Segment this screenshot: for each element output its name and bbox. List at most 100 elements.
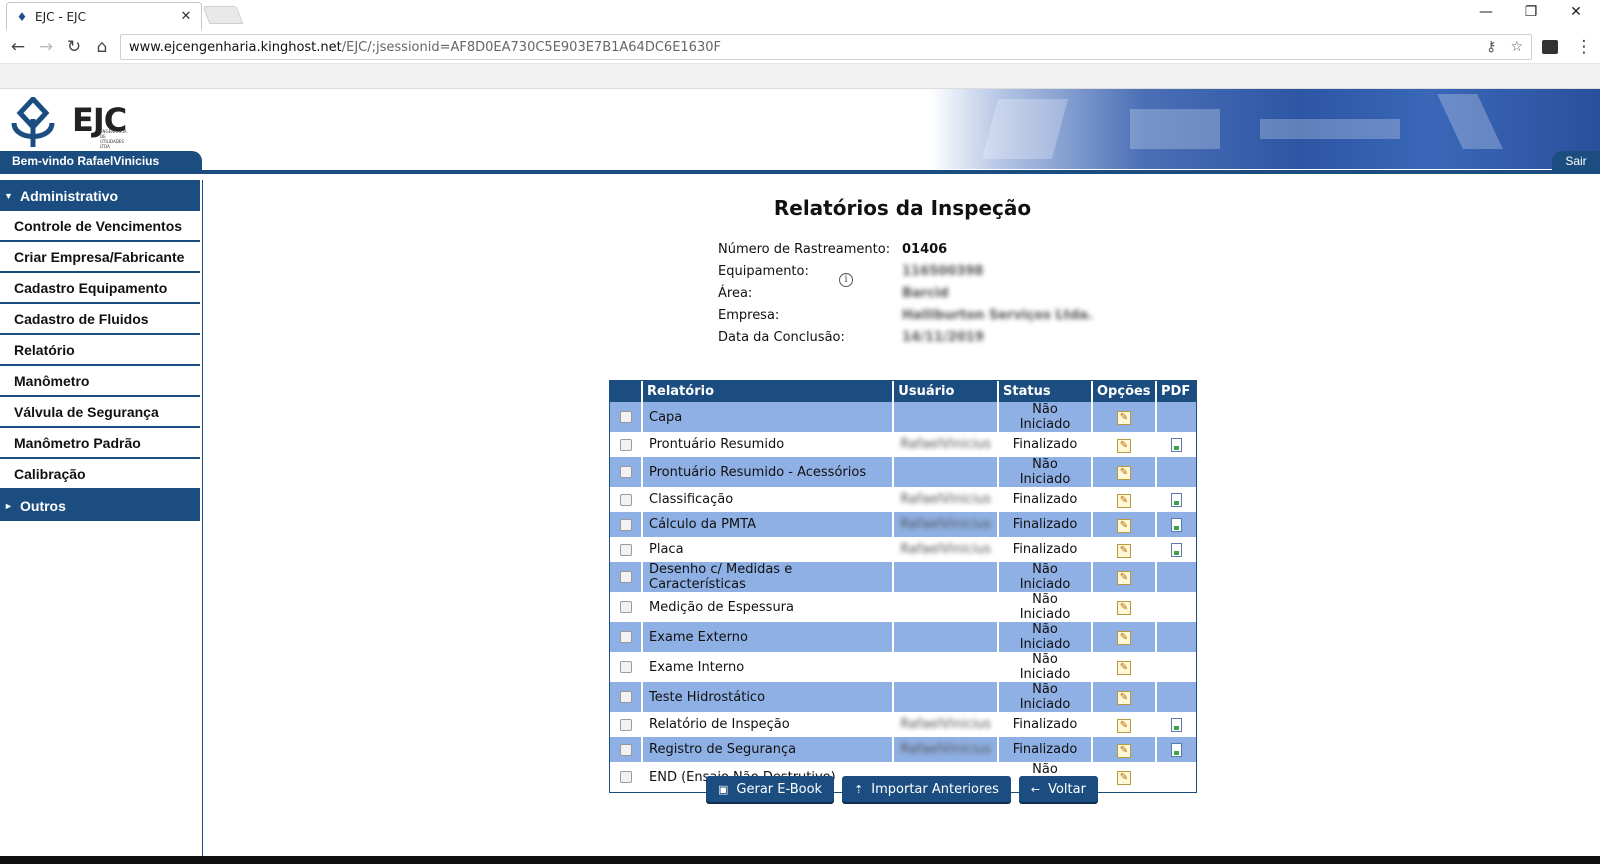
menu-item-controle-vencimentos[interactable]: Controle de Vencimentos xyxy=(0,211,200,242)
menu-item-criar-empresa[interactable]: Criar Empresa/Fabricante xyxy=(0,242,200,273)
table-row: Registro de Segurança RafaelVinicius Final… xyxy=(610,737,1196,762)
pdf-document-icon[interactable] xyxy=(1171,437,1182,452)
edit-pencil-icon[interactable]: ✎ xyxy=(1117,661,1131,675)
taskbar-edge xyxy=(0,856,1600,864)
restore-icon[interactable]: ❐ xyxy=(1511,4,1551,20)
new-tab-button[interactable] xyxy=(202,6,244,24)
row-checkbox[interactable] xyxy=(619,438,632,451)
pdf-cell xyxy=(1156,512,1196,537)
options-cell: ✎ xyxy=(1092,457,1157,487)
row-select-cell xyxy=(610,737,643,762)
gerar-ebook-button[interactable]: ▣ Gerar E-Book xyxy=(706,776,835,802)
row-checkbox[interactable] xyxy=(619,771,632,783)
report-user: RafaelVinicius xyxy=(893,737,999,762)
pdf-cell xyxy=(1156,537,1196,562)
report-user xyxy=(893,402,999,432)
report-name: Cálculo da PMTA xyxy=(642,512,895,537)
edit-pencil-icon[interactable]: ✎ xyxy=(1117,466,1131,480)
back-arrow-icon[interactable]: ← xyxy=(6,36,30,58)
row-select-cell xyxy=(610,487,643,512)
table-row: Classificação RafaelVinicius Finalizado ✎ xyxy=(610,487,1196,512)
user-name: RafaelVinicius xyxy=(900,742,991,757)
menu-section-administrativo[interactable]: ▼ Administrativo xyxy=(0,180,200,211)
ebook-icon: ▣ xyxy=(718,782,729,796)
importar-anteriores-button[interactable]: ⇡ Importar Anteriores xyxy=(842,776,1011,802)
pdf-document-icon[interactable] xyxy=(1171,742,1182,757)
row-checkbox[interactable] xyxy=(619,493,632,506)
pdf-document-icon[interactable] xyxy=(1171,542,1182,557)
edit-pencil-icon[interactable]: ✎ xyxy=(1117,571,1131,585)
row-checkbox[interactable] xyxy=(619,691,632,703)
menu-item-manometro[interactable]: Manômetro xyxy=(0,366,200,397)
user-name: RafaelVinicius xyxy=(900,437,991,452)
row-checkbox[interactable] xyxy=(619,518,632,531)
bookmarks-band xyxy=(0,64,1600,89)
inspection-info: Número de Rastreamento: 01406 Equipament… xyxy=(718,238,1093,348)
browser-menu-icon[interactable]: ⋮ xyxy=(1572,36,1596,58)
report-name: Prontuário Resumido - Acessórios xyxy=(642,457,895,487)
reports-table: Relatório Usuário Status Opções PDF Capa… xyxy=(609,380,1197,793)
menu-item-manometro-padrao[interactable]: Manômetro Padrão xyxy=(0,428,200,459)
menu-item-cadastro-fluidos[interactable]: Cadastro de Fluidos xyxy=(0,304,200,335)
menu-section-outros[interactable]: ► Outros xyxy=(0,490,200,521)
edit-pencil-icon[interactable]: ✎ xyxy=(1117,631,1131,645)
bookmark-star-icon[interactable]: ☆ xyxy=(1510,39,1523,55)
table-header-row: Relatório Usuário Status Opções PDF xyxy=(610,381,1196,402)
edit-pencil-icon[interactable]: ✎ xyxy=(1117,438,1131,453)
report-user xyxy=(893,622,999,652)
report-status: Não Iniciado xyxy=(998,652,1093,682)
options-cell: ✎ xyxy=(1092,512,1157,537)
edit-pencil-icon[interactable]: ✎ xyxy=(1117,718,1131,733)
info-row-rastreamento: Número de Rastreamento: 01406 xyxy=(718,238,1093,260)
header-pdf: PDF xyxy=(1156,381,1196,402)
window-close-icon[interactable]: ✕ xyxy=(1556,4,1596,20)
edit-pencil-icon[interactable]: ✎ xyxy=(1117,493,1131,508)
edit-pencil-icon[interactable]: ✎ xyxy=(1117,601,1131,615)
table-row: Capa Não Iniciado ✎ xyxy=(610,402,1196,432)
options-cell: ✎ xyxy=(1092,652,1157,682)
tab-title: EJC - EJC xyxy=(35,9,86,24)
pdf-document-icon[interactable] xyxy=(1171,717,1182,732)
logout-button[interactable]: Sair xyxy=(1552,151,1600,171)
row-checkbox[interactable] xyxy=(619,631,632,643)
row-checkbox[interactable] xyxy=(619,571,632,583)
menu-item-cadastro-equipamento[interactable]: Cadastro Equipamento xyxy=(0,273,200,304)
row-checkbox[interactable] xyxy=(619,743,632,756)
row-checkbox[interactable] xyxy=(619,601,632,613)
key-icon[interactable]: ⚷ xyxy=(1486,39,1496,55)
report-user: RafaelVinicius xyxy=(893,432,999,457)
pdf-document-icon[interactable] xyxy=(1171,517,1182,532)
minimize-icon[interactable]: — xyxy=(1466,4,1506,20)
edit-pencil-icon[interactable]: ✎ xyxy=(1117,691,1131,705)
row-checkbox[interactable] xyxy=(619,661,632,673)
edit-pencil-icon[interactable]: ✎ xyxy=(1117,743,1131,758)
home-icon[interactable]: ⌂ xyxy=(90,36,114,58)
forward-arrow-icon[interactable]: → xyxy=(34,36,58,58)
menu-item-valvula-seguranca[interactable]: Válvula de Segurança xyxy=(0,397,200,428)
row-checkbox[interactable] xyxy=(619,718,632,731)
pdf-document-icon[interactable] xyxy=(1171,492,1182,507)
edit-pencil-icon[interactable]: ✎ xyxy=(1117,411,1131,425)
menu-item-relatorio[interactable]: Relatório xyxy=(0,335,200,366)
reload-icon[interactable]: ↻ xyxy=(62,36,86,58)
edit-pencil-icon[interactable]: ✎ xyxy=(1117,771,1131,785)
address-bar[interactable]: i www.ejcengenharia.kinghost.net /EJC/;j… xyxy=(120,34,1532,287)
browser-tab[interactable]: ♦ EJC - EJC ✕ xyxy=(6,2,202,30)
row-checkbox[interactable] xyxy=(619,466,632,478)
report-status: Não Iniciado xyxy=(998,592,1093,622)
info-label: Equipamento: xyxy=(718,263,809,279)
tab-close-icon[interactable]: ✕ xyxy=(179,9,193,24)
row-checkbox[interactable] xyxy=(619,543,632,556)
edit-pencil-icon[interactable]: ✎ xyxy=(1117,518,1131,533)
voltar-button[interactable]: ← Voltar xyxy=(1018,776,1098,802)
row-select-cell xyxy=(610,592,643,622)
extension-icon[interactable] xyxy=(1542,40,1558,54)
action-buttons: ▣ Gerar E-Book ⇡ Importar Anteriores ← V… xyxy=(706,776,1098,802)
ejc-logo-icon xyxy=(11,97,55,147)
row-checkbox[interactable] xyxy=(619,411,632,423)
sidebar-divider xyxy=(202,180,203,864)
report-status: Não Iniciado xyxy=(998,402,1093,432)
menu-item-calibracao[interactable]: Calibração xyxy=(0,459,200,490)
pdf-cell xyxy=(1156,622,1196,652)
edit-pencil-icon[interactable]: ✎ xyxy=(1117,543,1131,558)
